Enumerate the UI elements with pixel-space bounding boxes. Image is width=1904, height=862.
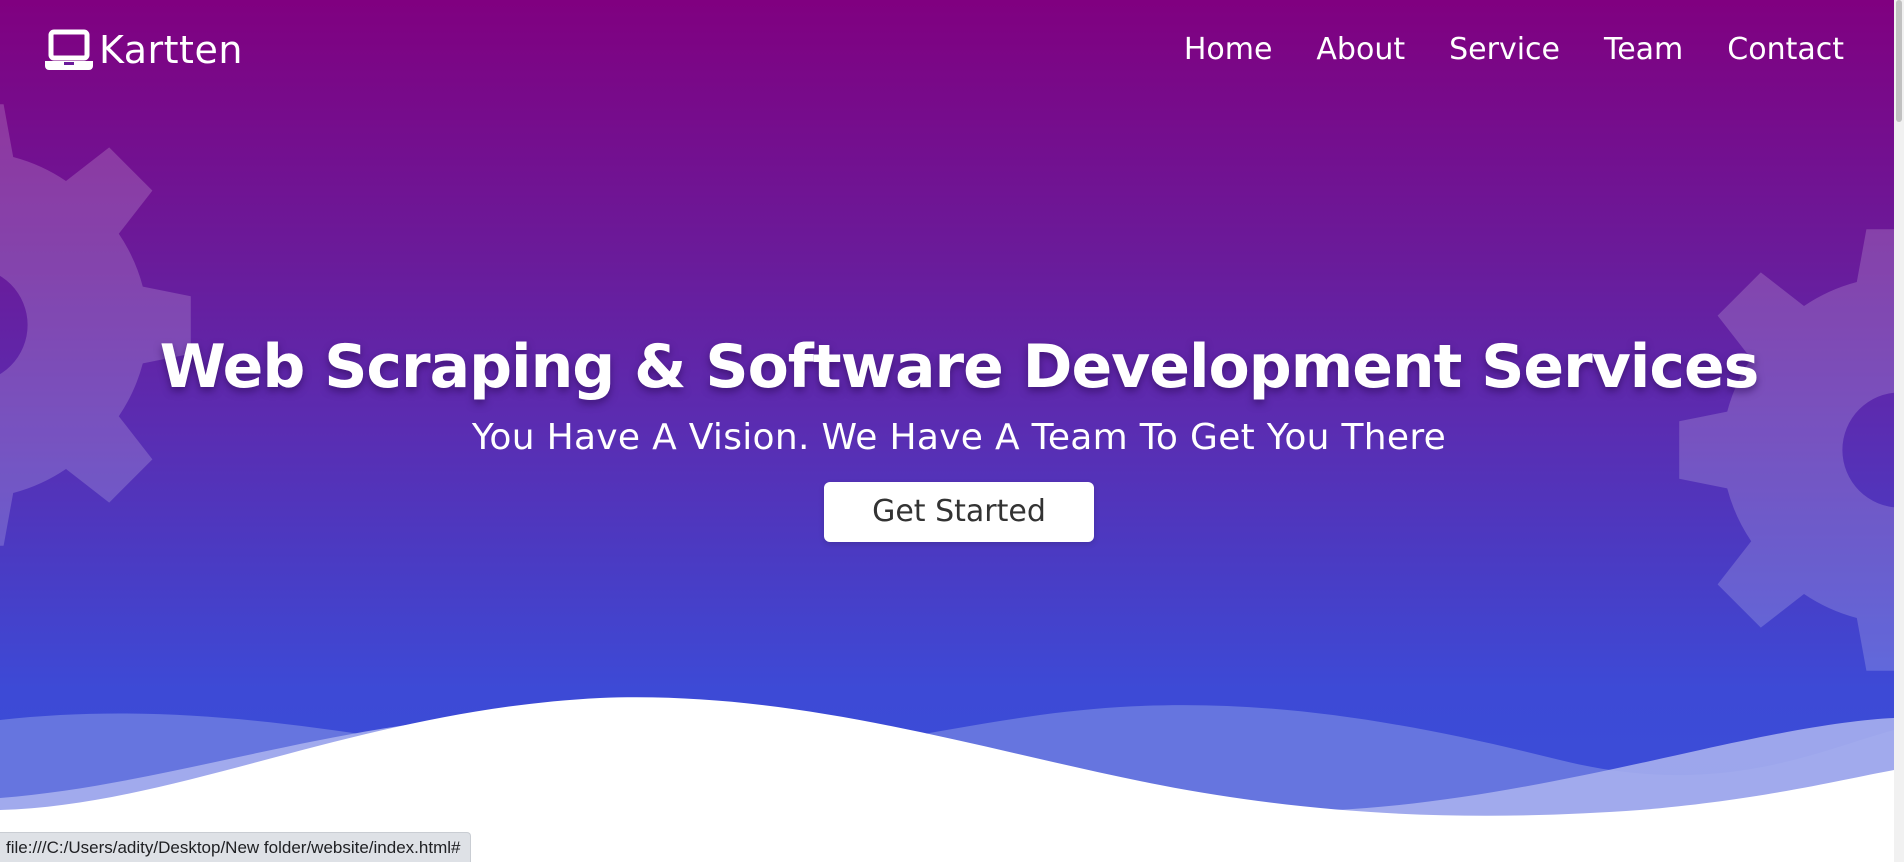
hero-content: Web Scraping & Software Development Serv…: [0, 322, 1894, 542]
brand-logo-link[interactable]: Kartten: [45, 27, 243, 73]
page: Kartten Home About Service Team Contact …: [0, 0, 1904, 862]
hero-section: Kartten Home About Service Team Contact …: [0, 0, 1894, 862]
navbar: Kartten Home About Service Team Contact: [0, 0, 1894, 100]
status-url: file:///C:/Users/adity/Desktop/New folde…: [6, 838, 461, 857]
main-nav: Home About Service Team Contact: [1184, 30, 1844, 70]
hero-title: Web Scraping & Software Development Serv…: [159, 332, 1760, 402]
scrollbar-thumb[interactable]: [1896, 0, 1902, 122]
laptop-icon: [45, 29, 93, 70]
scrollbar[interactable]: [1894, 0, 1904, 862]
get-started-button[interactable]: Get Started: [824, 482, 1094, 542]
nav-link-home[interactable]: Home: [1184, 30, 1273, 70]
status-bar: file:///C:/Users/adity/Desktop/New folde…: [0, 832, 472, 862]
nav-link-team[interactable]: Team: [1604, 30, 1683, 70]
brand-name: Kartten: [99, 28, 243, 72]
nav-link-about[interactable]: About: [1316, 30, 1405, 70]
nav-link-contact[interactable]: Contact: [1727, 30, 1844, 70]
nav-link-service[interactable]: Service: [1449, 30, 1560, 70]
hero-subtitle: You Have A Vision. We Have A Team To Get…: [471, 417, 1447, 458]
